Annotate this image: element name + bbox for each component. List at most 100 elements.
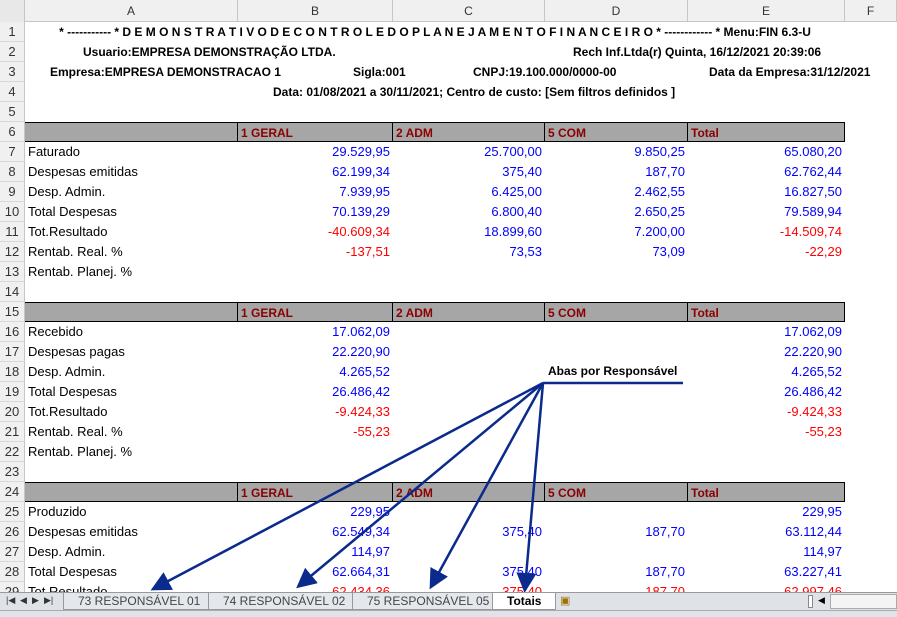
value-cell[interactable]	[545, 322, 688, 342]
scroll-left-icon[interactable]: ◀	[818, 595, 825, 606]
value-cell[interactable]	[393, 262, 545, 282]
next-sheet-icon[interactable]: ▶	[32, 595, 39, 606]
value-cell[interactable]	[393, 342, 545, 362]
value-cell[interactable]: 375,40	[393, 522, 545, 542]
value-cell[interactable]	[393, 322, 545, 342]
prev-sheet-icon[interactable]: ◀	[20, 595, 27, 606]
row-header[interactable]: 4	[0, 82, 25, 102]
column-header-D[interactable]: D	[545, 0, 688, 22]
periodo-text[interactable]: Data: 01/08/2021 a 30/11/2021; Centro de…	[270, 82, 770, 102]
value-cell[interactable]: 4.265,52	[238, 362, 393, 382]
value-cell[interactable]: 70.139,29	[238, 202, 393, 222]
column-header-A[interactable]: A	[25, 0, 238, 22]
value-cell[interactable]: -9.424,33	[238, 402, 393, 422]
value-cell[interactable]: 18.899,60	[393, 222, 545, 242]
insert-sheet-icon[interactable]: ▣	[560, 594, 570, 607]
value-cell[interactable]: -55,23	[238, 422, 393, 442]
row-label[interactable]: Total Despesas	[25, 562, 238, 582]
value-cell[interactable]: 114,97	[238, 542, 393, 562]
column-label-2[interactable]: 5 COM	[545, 302, 688, 322]
row-label[interactable]: Rentab. Real. %	[25, 422, 238, 442]
row-header[interactable]: 25	[0, 502, 25, 522]
row-header[interactable]: 20	[0, 402, 25, 422]
value-cell[interactable]: -137,51	[238, 242, 393, 262]
section-header-blank[interactable]	[25, 302, 238, 322]
value-cell[interactable]	[393, 422, 545, 442]
value-cell[interactable]: 63.227,41	[688, 562, 845, 582]
value-cell[interactable]: 22.220,90	[238, 342, 393, 362]
row-header[interactable]: 5	[0, 102, 25, 122]
sigla-text[interactable]: Sigla:001	[350, 62, 450, 82]
value-cell[interactable]: 4.265,52	[688, 362, 845, 382]
column-label-0[interactable]: 1 GERAL	[238, 482, 393, 502]
row-header[interactable]: 18	[0, 362, 25, 382]
value-cell[interactable]	[393, 402, 545, 422]
value-cell[interactable]: 229,95	[238, 502, 393, 522]
value-cell[interactable]	[393, 502, 545, 522]
value-cell[interactable]: 62.664,31	[238, 562, 393, 582]
value-cell[interactable]	[393, 442, 545, 462]
value-cell[interactable]: 63.112,44	[688, 522, 845, 542]
sheet-tab-totais[interactable]: Totais	[492, 593, 557, 610]
value-cell[interactable]	[545, 402, 688, 422]
row-header[interactable]: 10	[0, 202, 25, 222]
row-label[interactable]: Despesas pagas	[25, 342, 238, 362]
first-sheet-icon[interactable]: |◀	[6, 595, 15, 606]
column-label-3[interactable]: Total	[688, 482, 845, 502]
row-header[interactable]: 9	[0, 182, 25, 202]
row-label[interactable]: Total Despesas	[25, 202, 238, 222]
row-header[interactable]: 16	[0, 322, 25, 342]
value-cell[interactable]: 6.425,00	[393, 182, 545, 202]
row-header[interactable]: 11	[0, 222, 25, 242]
row-header[interactable]: 13	[0, 262, 25, 282]
row-label[interactable]: Produzido	[25, 502, 238, 522]
value-cell[interactable]: 114,97	[688, 542, 845, 562]
value-cell[interactable]: 26.486,42	[688, 382, 845, 402]
row-header[interactable]: 21	[0, 422, 25, 442]
value-cell[interactable]: 25.700,00	[393, 142, 545, 162]
row-label[interactable]: Rentab. Planej. %	[25, 442, 238, 462]
row-label[interactable]: Rentab. Planej. %	[25, 262, 238, 282]
value-cell[interactable]: 7.939,95	[238, 182, 393, 202]
value-cell[interactable]: 17.062,09	[688, 322, 845, 342]
row-label[interactable]: Tot.Resultado	[25, 222, 238, 242]
value-cell[interactable]	[238, 262, 393, 282]
sheet-tab-75[interactable]: 75 RESPONSÁVEL 05	[352, 593, 505, 610]
row-label[interactable]: Despesas emitidas	[25, 522, 238, 542]
value-cell[interactable]	[238, 442, 393, 462]
row-label[interactable]: Desp. Admin.	[25, 182, 238, 202]
value-cell[interactable]: -14.509,74	[688, 222, 845, 242]
section-header-blank[interactable]	[25, 122, 238, 142]
select-all-corner[interactable]	[0, 0, 25, 22]
column-label-2[interactable]: 5 COM	[545, 122, 688, 142]
value-cell[interactable]: 187,70	[545, 522, 688, 542]
row-header[interactable]: 8	[0, 162, 25, 182]
value-cell[interactable]: -9.424,33	[688, 402, 845, 422]
row-header[interactable]: 24	[0, 482, 25, 502]
value-cell[interactable]	[545, 442, 688, 462]
sheet-tab-74[interactable]: 74 RESPONSÁVEL 02	[208, 593, 361, 610]
row-header[interactable]: 2	[0, 42, 25, 62]
row-header[interactable]: 7	[0, 142, 25, 162]
value-cell[interactable]: 6.800,40	[393, 202, 545, 222]
column-label-0[interactable]: 1 GERAL	[238, 302, 393, 322]
row-header[interactable]: 23	[0, 462, 25, 482]
value-cell[interactable]: 62.549,34	[238, 522, 393, 542]
value-cell[interactable]: 9.850,25	[545, 142, 688, 162]
column-label-1[interactable]: 2 ADM	[393, 122, 545, 142]
row-header[interactable]: 29	[0, 582, 25, 592]
value-cell[interactable]: 62.762,44	[688, 162, 845, 182]
row-label[interactable]: Rentab. Real. %	[25, 242, 238, 262]
value-cell[interactable]: 187,70	[545, 562, 688, 582]
column-header-E[interactable]: E	[688, 0, 845, 22]
data-empresa-text[interactable]: Data da Empresa:31/12/2021	[706, 62, 897, 82]
value-cell[interactable]: 16.827,50	[688, 182, 845, 202]
value-cell[interactable]: 187,70	[545, 162, 688, 182]
value-cell[interactable]: 2.650,25	[545, 202, 688, 222]
tab-split-handle[interactable]	[808, 595, 813, 608]
value-cell[interactable]: 65.080,20	[688, 142, 845, 162]
value-cell[interactable]: 29.529,95	[238, 142, 393, 162]
value-cell[interactable]: 7.200,00	[545, 222, 688, 242]
value-cell[interactable]	[545, 502, 688, 522]
cnpj-text[interactable]: CNPJ:19.100.000/0000-00	[470, 62, 670, 82]
